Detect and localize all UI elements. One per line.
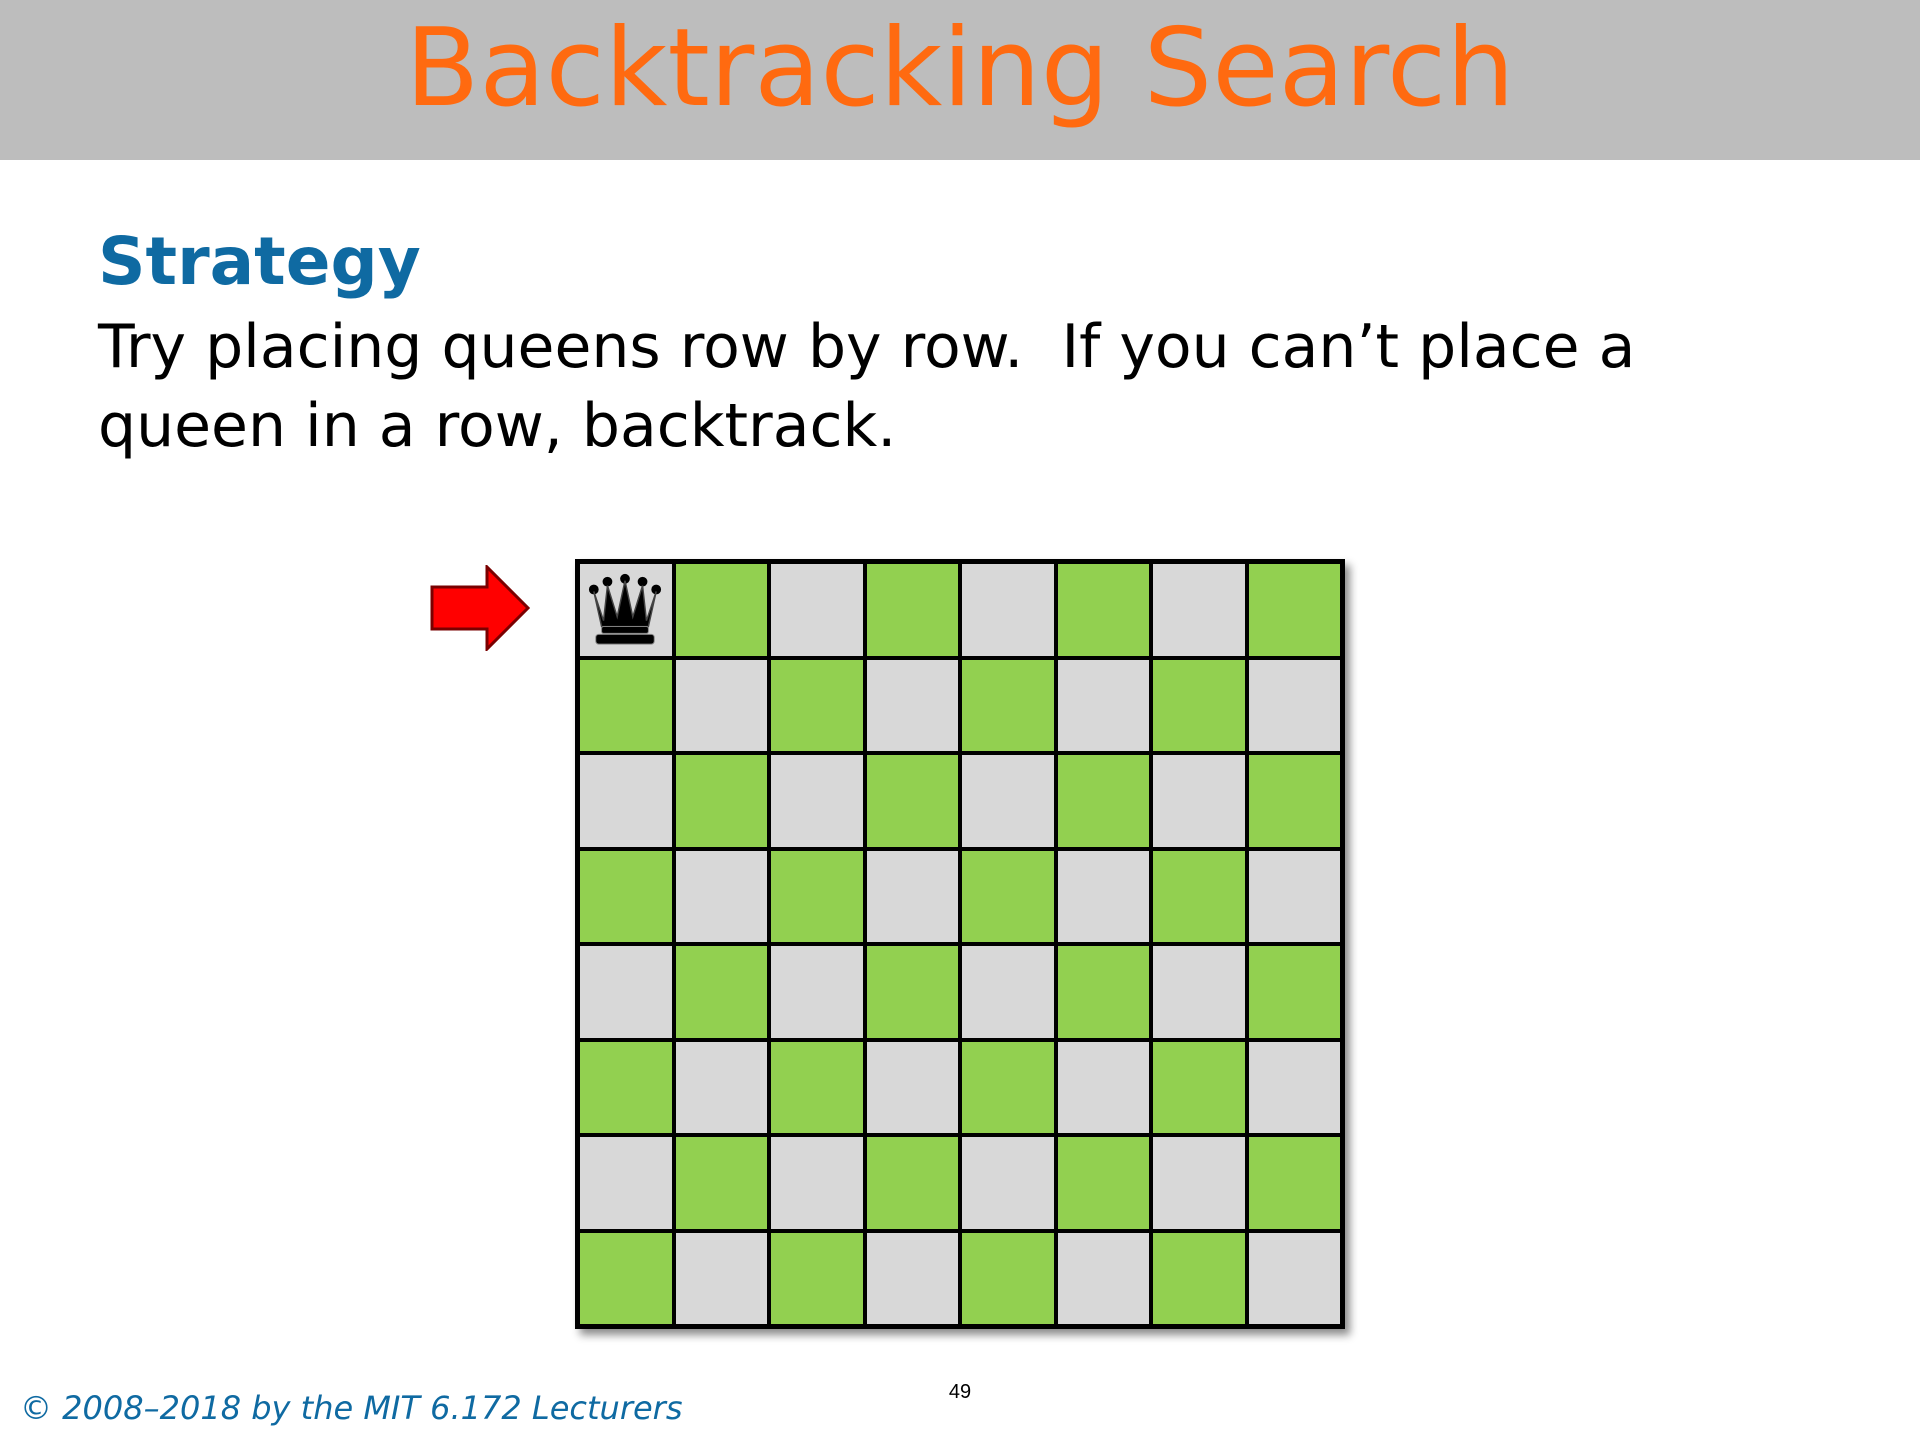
board-square [1246,753,1342,849]
board-square [578,562,674,658]
board-square [1055,657,1151,753]
board-square [1055,848,1151,944]
board-square [673,753,769,849]
board-square [769,1039,865,1135]
board-square [1246,1039,1342,1135]
board-square [578,753,674,849]
board-square [578,1135,674,1231]
chessboard [575,559,1345,1329]
board-square [864,848,960,944]
board-square [769,1135,865,1231]
board-square [864,753,960,849]
board-square [1151,944,1247,1040]
board-square [1246,1230,1342,1326]
board-square [769,848,865,944]
board-square [1151,1230,1247,1326]
board-square [1151,1039,1247,1135]
body-line: Try placing queens row by row. If you ca… [98,312,1636,382]
board-square [864,1230,960,1326]
board-square [1151,1135,1247,1231]
board-square [578,848,674,944]
board-square [673,1135,769,1231]
page-number: 49 [948,1381,972,1403]
board-square [1246,562,1342,658]
board-square [673,562,769,658]
board-square [769,944,865,1040]
board-square [1151,848,1247,944]
board-square [1055,944,1151,1040]
chess-queen-icon [588,573,662,645]
board-square [960,944,1056,1040]
board-square [1246,848,1342,944]
board-square [960,1135,1056,1231]
board-square [1151,562,1247,658]
body-text: Try placing queens row by row. If you ca… [98,308,1798,466]
board-square [1246,1135,1342,1231]
board-square [864,562,960,658]
board-square [960,1039,1056,1135]
board-square [960,1230,1056,1326]
board-square [1055,753,1151,849]
red-right-arrow-icon [430,565,530,651]
board-square [960,562,1056,658]
board-square [769,657,865,753]
board-square [1055,1039,1151,1135]
board-square [673,1039,769,1135]
board-square [673,944,769,1040]
board-square [578,1039,674,1135]
board-square [769,562,865,658]
section-heading: Strategy [98,223,421,300]
board-square [1055,1135,1151,1231]
board-square [769,753,865,849]
slide-title: Backtracking Search [405,6,1515,131]
board-square [864,1135,960,1231]
board-square [769,1230,865,1326]
title-bar: Backtracking Search [0,0,1920,160]
board-square [864,657,960,753]
board-square [864,944,960,1040]
board-square [673,657,769,753]
board-square [960,848,1056,944]
board-square [578,657,674,753]
board-square [1151,753,1247,849]
body-line: queen in a row, backtrack. [98,391,897,461]
board-square [1055,1230,1151,1326]
copyright-footer: © 2008–2018 by the MIT 6.172 Lecturers [20,1389,683,1427]
board-square [1246,657,1342,753]
board-square [1151,657,1247,753]
board-square [578,1230,674,1326]
board-square [1246,944,1342,1040]
board-square [960,753,1056,849]
board-square [578,944,674,1040]
board-square [673,1230,769,1326]
board-square [864,1039,960,1135]
board-square [960,657,1056,753]
board-square [673,848,769,944]
board-square [1055,562,1151,658]
